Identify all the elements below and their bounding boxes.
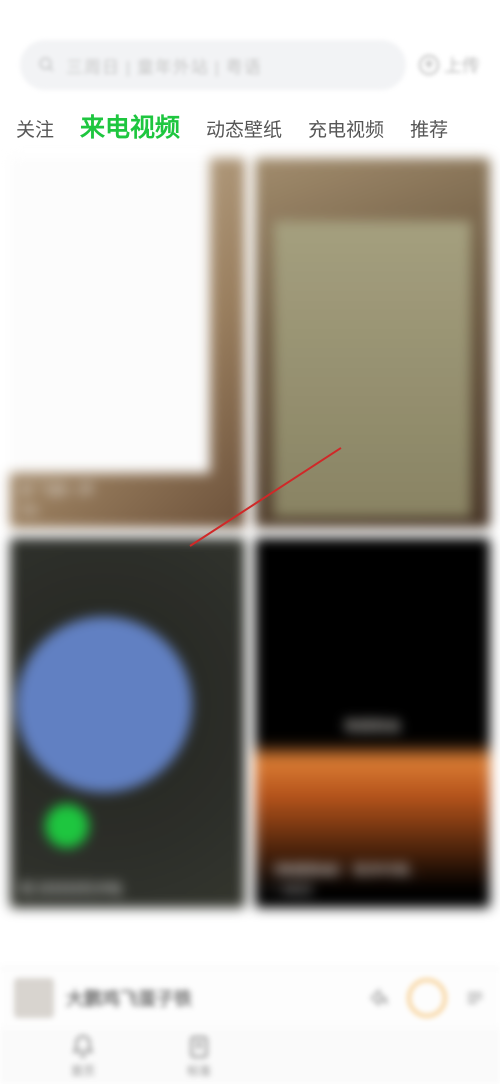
tab-recommend[interactable]: 推荐 [410,115,448,142]
tab-follow[interactable]: 关注 [16,115,54,142]
bell-icon [70,1034,96,1060]
card-mid-text: 晚霞歌曲 [255,716,490,736]
tab-charging-video[interactable]: 充电视频 [308,115,384,142]
list-icon[interactable] [464,987,486,1009]
tab-bar: 关注 来电视频 动态壁纸 充电视频 推荐 [0,100,500,158]
doc-icon [186,1034,212,1060]
mini-player[interactable]: 大鹏鸡飞蛋子铁 [0,968,500,1028]
upload-label: 上传 [444,52,480,78]
card-caption: 好 飞扬一声 2w [20,481,94,520]
track-title: 大鹏鸡飞蛋子铁 [66,985,356,1011]
tab-call-video[interactable]: 来电视频 [80,108,180,144]
nav-home[interactable]: 首页 [70,1034,96,1079]
tab-live-wallpaper[interactable]: 动态壁纸 [206,115,282,142]
share-icon[interactable] [368,987,390,1009]
video-card[interactable]: 呢 好好好的冲电 [10,538,245,908]
add-icon[interactable] [45,804,89,848]
nav-standard[interactable]: 标准 [186,1034,212,1079]
album-art[interactable] [14,978,54,1018]
status-bar [0,0,500,30]
video-card[interactable]: 好 飞扬一声 2w [10,158,245,528]
search-placeholder: 三周日 | 童年外站 | 粤语 [66,53,262,78]
video-grid: 好 飞扬一声 2w 呢 好好好的冲电 晚霞歌曲 《晚霞歌曲》 很多时候.. ♡ … [0,158,500,908]
search-icon [38,56,56,74]
play-icon[interactable] [408,979,446,1017]
card-caption: 《晚霞歌曲》 很多时候.. ♡ 5422 [265,861,417,900]
upload-button[interactable]: 上传 [418,52,480,78]
bottom-nav: 首页 标准 [0,1028,500,1084]
upload-icon [418,54,440,76]
player-controls [368,979,486,1017]
search-input[interactable]: 三周日 | 童年外站 | 粤语 [20,40,406,90]
search-row: 三周日 | 童年外站 | 粤语 上传 [0,30,500,100]
thumbnail-placeholder [10,158,210,473]
video-card[interactable]: 晚霞歌曲 《晚霞歌曲》 很多时候.. ♡ 5422 [255,538,490,908]
video-card[interactable] [255,158,490,528]
card-caption: 呢 好好好的冲电 [20,880,122,900]
